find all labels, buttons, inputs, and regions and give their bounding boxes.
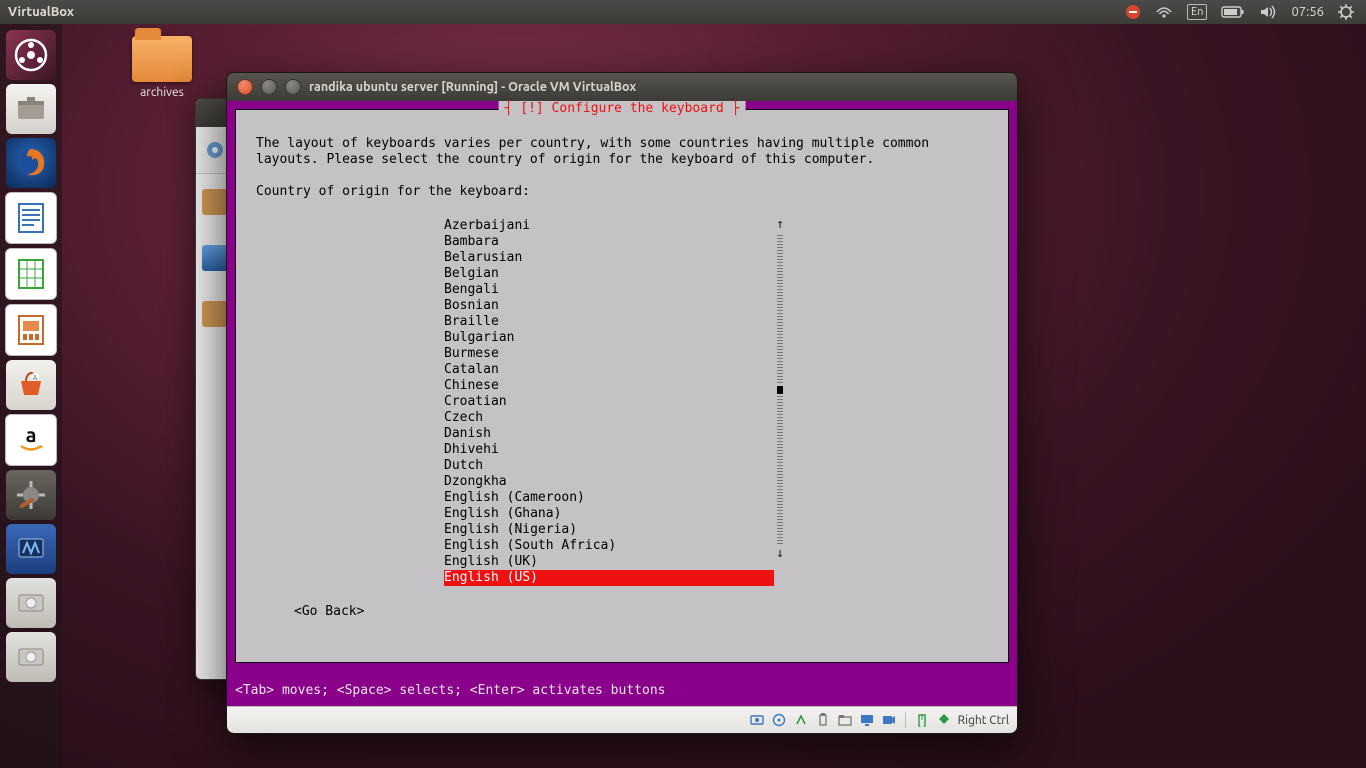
window-minimize-button[interactable] — [261, 79, 277, 95]
network-icon[interactable] — [1155, 4, 1173, 20]
folder-icon — [132, 36, 192, 82]
volume-icon[interactable] — [1259, 4, 1277, 20]
virtualbox-vm-window: randika ubuntu server [Running] - Oracle… — [226, 72, 1018, 734]
usb-icon[interactable] — [815, 712, 831, 728]
vm-display[interactable]: ┤ [!] Configure the keyboard ├ The layou… — [227, 101, 1017, 707]
unity-launcher: A a — [0, 24, 62, 768]
desktop-folder-archives[interactable]: archives — [120, 36, 204, 99]
keyboard-option[interactable]: Bengali — [444, 282, 774, 298]
installer-help-line: <Tab> moves; <Space> selects; <Enter> ac… — [235, 683, 1009, 699]
battery-icon[interactable] — [1221, 5, 1245, 19]
keyboard-option[interactable]: Bosnian — [444, 298, 774, 314]
svg-text:A: A — [33, 374, 38, 382]
clock[interactable]: 07:56 — [1291, 5, 1324, 19]
keyboard-option[interactable]: Bulgarian — [444, 330, 774, 346]
virtualbox-icon[interactable] — [6, 524, 56, 574]
window-maximize-button[interactable] — [285, 79, 301, 95]
drive-icon-2[interactable] — [6, 632, 56, 682]
keyboard-option[interactable]: English (South Africa) — [444, 538, 774, 554]
keyboard-option[interactable]: English (US) — [444, 570, 774, 586]
svg-text:a: a — [26, 423, 37, 446]
list-scroll-indicator: ↑↓ — [776, 217, 784, 562]
software-center-icon[interactable]: A — [6, 360, 56, 410]
vm-titlebar[interactable]: randika ubuntu server [Running] - Oracle… — [227, 73, 1017, 101]
desktop: VirtualBox En 07:56 — [0, 0, 1366, 768]
optical-drive-icon[interactable] — [771, 712, 787, 728]
keyboard-option[interactable]: Belarusian — [444, 250, 774, 266]
mouse-integration-icon[interactable] — [914, 712, 930, 728]
dialog-prompt: Country of origin for the keyboard: — [256, 184, 988, 200]
keyboard-option[interactable]: Belgian — [444, 266, 774, 282]
active-app-title: VirtualBox — [0, 5, 74, 19]
keyboard-option[interactable]: Dutch — [444, 458, 774, 474]
keyboard-option[interactable]: Braille — [444, 314, 774, 330]
keyboard-option[interactable]: English (UK) — [444, 554, 774, 570]
shared-folders-icon[interactable] — [837, 712, 853, 728]
settings-gear-icon[interactable] — [1338, 4, 1354, 20]
firefox-icon[interactable] — [6, 138, 56, 188]
settings-gear-icon — [202, 137, 228, 163]
error-indicator-icon[interactable] — [1125, 4, 1141, 20]
keyboard-option[interactable]: Catalan — [444, 362, 774, 378]
keyboard-option[interactable]: Bambara — [444, 234, 774, 250]
go-back-button[interactable]: <Go Back> — [294, 604, 988, 620]
hard-disk-activity-icon[interactable] — [749, 712, 765, 728]
window-close-button[interactable] — [237, 79, 253, 95]
dialog-intro: The layout of keyboards varies per count… — [256, 136, 988, 168]
menu-bar: VirtualBox En 07:56 — [0, 0, 1366, 24]
recording-icon[interactable] — [881, 712, 897, 728]
network-adapter-icon[interactable] — [793, 712, 809, 728]
keyboard-option[interactable]: Croatian — [444, 394, 774, 410]
installer-dialog: ┤ [!] Configure the keyboard ├ The layou… — [235, 109, 1009, 663]
calc-icon[interactable] — [5, 248, 57, 300]
dialog-title: [!] Configure the keyboard — [520, 101, 724, 116]
drive-icon-1[interactable] — [6, 578, 56, 628]
keyboard-country-list[interactable]: AzerbaijaniBambaraBelarusianBelgianBenga… — [444, 218, 774, 586]
keyboard-option[interactable]: English (Cameroon) — [444, 490, 774, 506]
vm-window-title: randika ubuntu server [Running] - Oracle… — [309, 80, 636, 94]
keyboard-option[interactable]: Czech — [444, 410, 774, 426]
amazon-icon[interactable]: a — [5, 414, 57, 466]
vm-status-bar: Right Ctrl — [227, 706, 1017, 733]
keyboard-option[interactable]: Burmese — [444, 346, 774, 362]
desktop-folder-label: archives — [120, 86, 204, 99]
dash-icon[interactable] — [6, 30, 56, 80]
files-icon[interactable] — [6, 84, 56, 134]
keyboard-captured-icon[interactable] — [936, 712, 952, 728]
keyboard-layout-indicator[interactable]: En — [1187, 4, 1207, 20]
host-key-label: Right Ctrl — [958, 714, 1009, 727]
keyboard-option[interactable]: Danish — [444, 426, 774, 442]
writer-icon[interactable] — [5, 192, 57, 244]
keyboard-option[interactable]: English (Nigeria) — [444, 522, 774, 538]
keyboard-option[interactable]: Dzongkha — [444, 474, 774, 490]
keyboard-option[interactable]: Chinese — [444, 378, 774, 394]
system-settings-icon[interactable] — [6, 470, 56, 520]
keyboard-option[interactable]: Dhivehi — [444, 442, 774, 458]
display-icon[interactable] — [859, 712, 875, 728]
impress-icon[interactable] — [5, 304, 57, 356]
keyboard-option[interactable]: Azerbaijani — [444, 218, 774, 234]
keyboard-option[interactable]: English (Ghana) — [444, 506, 774, 522]
